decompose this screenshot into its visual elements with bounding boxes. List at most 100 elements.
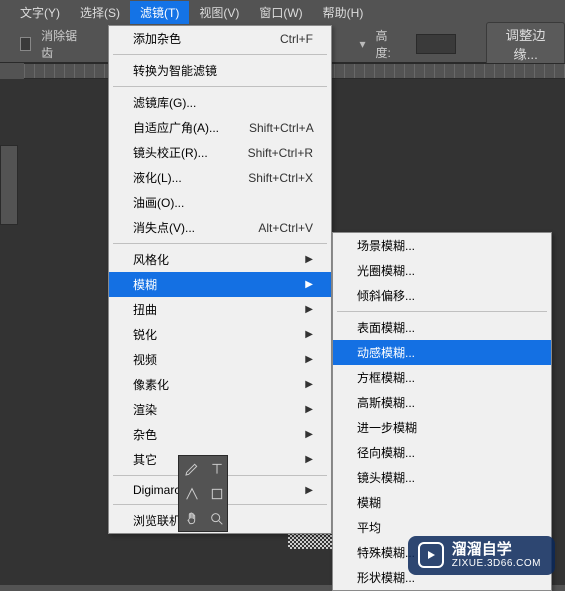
menu-text[interactable]: 文字(Y) [10,1,70,24]
mi-radial-blur[interactable]: 径向模糊... [333,440,551,465]
submenu-arrow-icon: ▶ [305,254,313,265]
tool-hand[interactable] [179,506,204,531]
mi-label: 特殊模糊... [357,544,415,561]
mi-surface-blur[interactable]: 表面模糊... [333,315,551,340]
tool-zoom[interactable] [204,506,229,531]
mi-tilt-shift[interactable]: 倾斜偏移... [333,283,551,308]
mi-sharpen[interactable]: 锐化 ▶ [109,322,331,347]
submenu-arrow-icon: ▶ [305,329,313,340]
watermark-brand: 溜溜自学 [452,542,541,559]
submenu-arrow-icon: ▶ [305,429,313,440]
menu-select[interactable]: 选择(S) [70,1,130,24]
mi-blur-simple[interactable]: 模糊 [333,490,551,515]
mi-motion-blur[interactable]: 动感模糊... [333,340,551,365]
height-label: 高度: [376,27,397,61]
submenu-arrow-icon: ▶ [305,279,313,290]
mi-label: 表面模糊... [357,319,415,336]
mi-render[interactable]: 渲染 ▶ [109,397,331,422]
mi-adaptive-wide[interactable]: 自适应广角(A)... Shift+Ctrl+A [109,115,331,140]
submenu-arrow-icon: ▶ [305,454,313,465]
mi-label: 转换为智能滤镜 [133,62,217,79]
menubar: 文字(Y) 选择(S) 滤镜(T) 视图(V) 窗口(W) 帮助(H) [0,0,565,25]
mi-label: 油画(O)... [133,194,184,211]
watermark-site: ZIXUE.3D66.COM [452,558,541,569]
chevron-down-icon[interactable]: ▾ [359,37,365,51]
tool-type[interactable] [204,456,229,481]
mi-label: 光圈模糊... [357,262,415,279]
mi-filter-gallery[interactable]: 滤镜库(G)... [109,90,331,115]
tool-pen[interactable] [179,456,204,481]
mi-label: Digimarc [133,483,180,497]
mi-more-blur[interactable]: 进一步模糊 [333,415,551,440]
mi-convert-smart[interactable]: 转换为智能滤镜 [109,58,331,83]
mi-label: 杂色 [133,426,157,443]
antialias-checkbox[interactable] [20,37,31,51]
mi-label: 扭曲 [133,301,157,318]
menu-view[interactable]: 视图(V) [189,1,249,24]
mi-field-blur[interactable]: 场景模糊... [333,233,551,258]
mi-shortcut: Shift+Ctrl+A [249,121,314,135]
mi-label: 模糊 [133,276,157,293]
mi-label: 镜头模糊... [357,469,415,486]
mi-label: 液化(L)... [133,169,182,186]
mi-pixelate[interactable]: 像素化 ▶ [109,372,331,397]
mi-box-blur[interactable]: 方框模糊... [333,365,551,390]
mi-label: 锐化 [133,326,157,343]
tools-left-panel [0,145,18,225]
height-input[interactable] [416,34,456,54]
mi-last-filter[interactable]: 添加杂色 Ctrl+F [109,26,331,51]
mi-label: 形状模糊... [357,569,415,586]
mi-shortcut: Alt+Ctrl+V [258,221,313,235]
submenu-arrow-icon: ▶ [305,304,313,315]
mi-lens-correction[interactable]: 镜头校正(R)... Shift+Ctrl+R [109,140,331,165]
mi-label: 视频 [133,351,157,368]
mi-oil-paint[interactable]: 油画(O)... [109,190,331,215]
mi-label: 场景模糊... [357,237,415,254]
menu-separator [113,54,327,55]
mi-iris-blur[interactable]: 光圈模糊... [333,258,551,283]
mi-shortcut: Shift+Ctrl+R [248,146,313,160]
mi-label: 添加杂色 [133,30,181,47]
mi-shortcut: Ctrl+F [280,32,313,46]
mi-label: 消失点(V)... [133,219,195,236]
menu-filter[interactable]: 滤镜(T) [130,1,189,24]
mi-noise[interactable]: 杂色 ▶ [109,422,331,447]
mi-label: 倾斜偏移... [357,287,415,304]
menu-separator [113,86,327,87]
mi-blur[interactable]: 模糊 ▶ [109,272,331,297]
mi-gaussian-blur[interactable]: 高斯模糊... [333,390,551,415]
menu-separator [113,243,327,244]
submenu-arrow-icon: ▶ [305,404,313,415]
mi-label: 像素化 [133,376,169,393]
mi-label: 模糊 [357,494,381,511]
mi-liquify[interactable]: 液化(L)... Shift+Ctrl+X [109,165,331,190]
mi-label: 方框模糊... [357,369,415,386]
tool-path[interactable] [179,481,204,506]
antialias-label: 消除锯齿 [41,27,77,61]
mi-label: 动感模糊... [357,344,415,361]
mi-label: 自适应广角(A)... [133,119,219,136]
watermark: 溜溜自学 ZIXUE.3D66.COM [408,536,555,576]
submenu-arrow-icon: ▶ [305,379,313,390]
mi-label: 高斯模糊... [357,394,415,411]
mi-label: 滤镜库(G)... [133,94,196,111]
menu-separator [337,311,547,312]
mi-label: 镜头校正(R)... [133,144,208,161]
mi-lens-blur[interactable]: 镜头模糊... [333,465,551,490]
submenu-arrow-icon: ▶ [305,485,313,496]
mi-shortcut: Shift+Ctrl+X [248,171,313,185]
play-icon [418,542,444,568]
toolbox [178,455,228,532]
mi-video[interactable]: 视频 ▶ [109,347,331,372]
mi-vanishing[interactable]: 消失点(V)... Alt+Ctrl+V [109,215,331,240]
adjust-edges-button[interactable]: 调整边缘... [486,22,565,66]
mi-label: 径向模糊... [357,444,415,461]
menu-help[interactable]: 帮助(H) [313,1,374,24]
mi-label: 进一步模糊 [357,419,417,436]
mi-label: 渲染 [133,401,157,418]
tool-rectangle[interactable] [204,481,229,506]
mi-stylize[interactable]: 风格化 ▶ [109,247,331,272]
mi-distort[interactable]: 扭曲 ▶ [109,297,331,322]
mi-label: 风格化 [133,251,169,268]
menu-window[interactable]: 窗口(W) [249,1,312,24]
